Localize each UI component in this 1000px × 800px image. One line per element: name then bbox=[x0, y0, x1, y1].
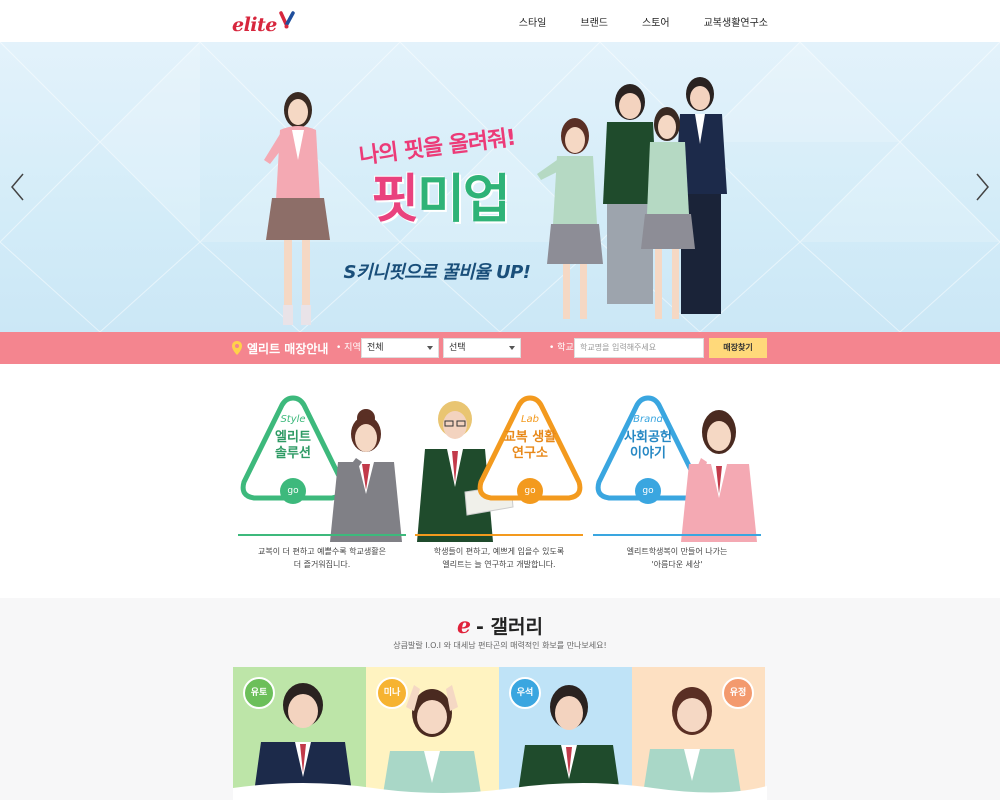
nav-style[interactable]: 스타일 bbox=[519, 14, 547, 29]
gallery-title: e - 갤러리 bbox=[0, 612, 1000, 639]
find-store-button[interactable]: 매장찾기 bbox=[709, 338, 767, 358]
style-underline bbox=[238, 534, 406, 536]
store-locator-bar: 엘리트 매장안내 • 지역 전체 선택 • 학교 학교명을 입력해주세요 매장찾… bbox=[0, 332, 1000, 364]
lab-desc-line1: 학생들이 편하고, 예쁘게 입을수 있도록 bbox=[433, 547, 565, 556]
main-nav: 스타일 브랜드 스토어 교복생활연구소 bbox=[485, 0, 768, 42]
lab-sub-label: Lab bbox=[520, 414, 540, 425]
location-pin-icon bbox=[232, 341, 242, 355]
style-model-girl bbox=[330, 409, 402, 542]
logo-mark-icon bbox=[279, 11, 295, 29]
lab-underline bbox=[415, 534, 583, 536]
brand-description: 엘리트학생복이 만들어 나가는 '아름다운 세상' bbox=[593, 545, 761, 571]
brand-model-girl bbox=[681, 410, 757, 542]
chevron-down-icon bbox=[427, 346, 433, 350]
brand-underline bbox=[593, 534, 761, 536]
badge-wooseok: 우석 bbox=[509, 677, 541, 709]
brand-go-button[interactable]: go bbox=[635, 478, 661, 504]
brand-desc-line2: '아름다운 세상' bbox=[651, 560, 703, 569]
hero-banner[interactable]: 나의 핏을 올려줘! 핏미업 S키니핏으로 꿀비율 UP! bbox=[0, 42, 1000, 332]
brand-title-line1: 사회공헌 bbox=[624, 430, 672, 445]
school-label: • 학교 bbox=[549, 343, 574, 353]
lab-desc-line2: 엘리트는 늘 연구하고 개발합니다. bbox=[442, 560, 556, 569]
style-go-button[interactable]: go bbox=[280, 478, 306, 504]
lab-title: 교복 생활 연구소 bbox=[475, 430, 585, 462]
hero-headline-pink: 핏 bbox=[371, 170, 419, 230]
style-desc-line1: 교복이 더 편하고 예쁠수록 학교생활은 bbox=[258, 547, 386, 556]
lab-description: 학생들이 편하고, 예쁘게 입을수 있도록엘리트는 늘 연구하고 개발합니다. bbox=[415, 545, 583, 571]
next-slide-arrow-icon[interactable] bbox=[972, 172, 992, 202]
gallery-subtitle: 상큼발랄 I.O.I 와 대세남 편타곤의 매력적인 화보를 만나보세요! bbox=[393, 641, 607, 650]
sub-region-select-value: 선택 bbox=[449, 343, 466, 353]
region-label: • 지역 bbox=[336, 343, 361, 353]
region-select[interactable]: 전체 bbox=[361, 338, 439, 358]
badge-yoojung: 유정 bbox=[722, 677, 754, 709]
hero-headline-main: 핏미업 bbox=[350, 157, 530, 232]
gallery-wave-divider bbox=[233, 783, 767, 800]
site-header: elite 스타일 브랜드 스토어 교복생활연구소 bbox=[0, 0, 1000, 42]
hero-model-group bbox=[537, 77, 727, 319]
style-title-line2: 솔루션 bbox=[275, 446, 311, 461]
style-title-line1: 엘리트 bbox=[275, 430, 311, 445]
sub-region-select[interactable]: 선택 bbox=[443, 338, 521, 358]
badge-mina: 미나 bbox=[376, 677, 408, 709]
lab-go-button[interactable]: go bbox=[517, 478, 543, 504]
lab-title-line1: 교복 생활 bbox=[503, 430, 557, 445]
brand-desc-line1: 엘리트학생복이 만들어 나가는 bbox=[626, 547, 728, 556]
chevron-down-icon bbox=[509, 346, 515, 350]
hero-headline-green: 미업 bbox=[417, 170, 511, 230]
prev-slide-arrow-icon[interactable] bbox=[8, 172, 28, 202]
hero-headline-sub: S키니핏으로 꿀비율 UP! bbox=[343, 262, 532, 283]
gallery-title-text: - 갤러리 bbox=[476, 616, 543, 638]
elite-logo[interactable]: elite bbox=[232, 9, 295, 35]
store-title-text: 엘리트 매장안내 bbox=[247, 341, 329, 356]
nav-store[interactable]: 스토어 bbox=[642, 14, 670, 29]
style-desc-line2: 더 즐거워집니다. bbox=[293, 560, 351, 569]
style-description: 교복이 더 편하고 예쁠수록 학교생활은더 즐거워집니다. bbox=[238, 545, 406, 571]
logo-text: elite bbox=[232, 14, 277, 36]
feature-style-solution[interactable]: Style 엘리트 솔루션 go bbox=[238, 392, 406, 542]
hero-model-girl-left bbox=[264, 92, 330, 325]
brand-title-line2: 이야기 bbox=[630, 446, 666, 461]
school-search-input[interactable]: 학교명을 입력해주세요 bbox=[574, 338, 704, 358]
badge-yuto: 유토 bbox=[243, 677, 275, 709]
feature-brand-story[interactable]: Brand 사회공헌 이야기 go bbox=[593, 392, 761, 542]
region-select-value: 전체 bbox=[367, 343, 384, 353]
nav-brand[interactable]: 브랜드 bbox=[580, 14, 608, 29]
lab-title-line2: 연구소 bbox=[512, 446, 548, 461]
gallery-e-logo: e bbox=[457, 612, 472, 639]
store-locator-title: 엘리트 매장안내 bbox=[232, 332, 328, 364]
feature-uniform-lab[interactable]: Lab 교복 생활 연구소 go bbox=[415, 392, 583, 542]
nav-lab[interactable]: 교복생활연구소 bbox=[704, 14, 768, 29]
